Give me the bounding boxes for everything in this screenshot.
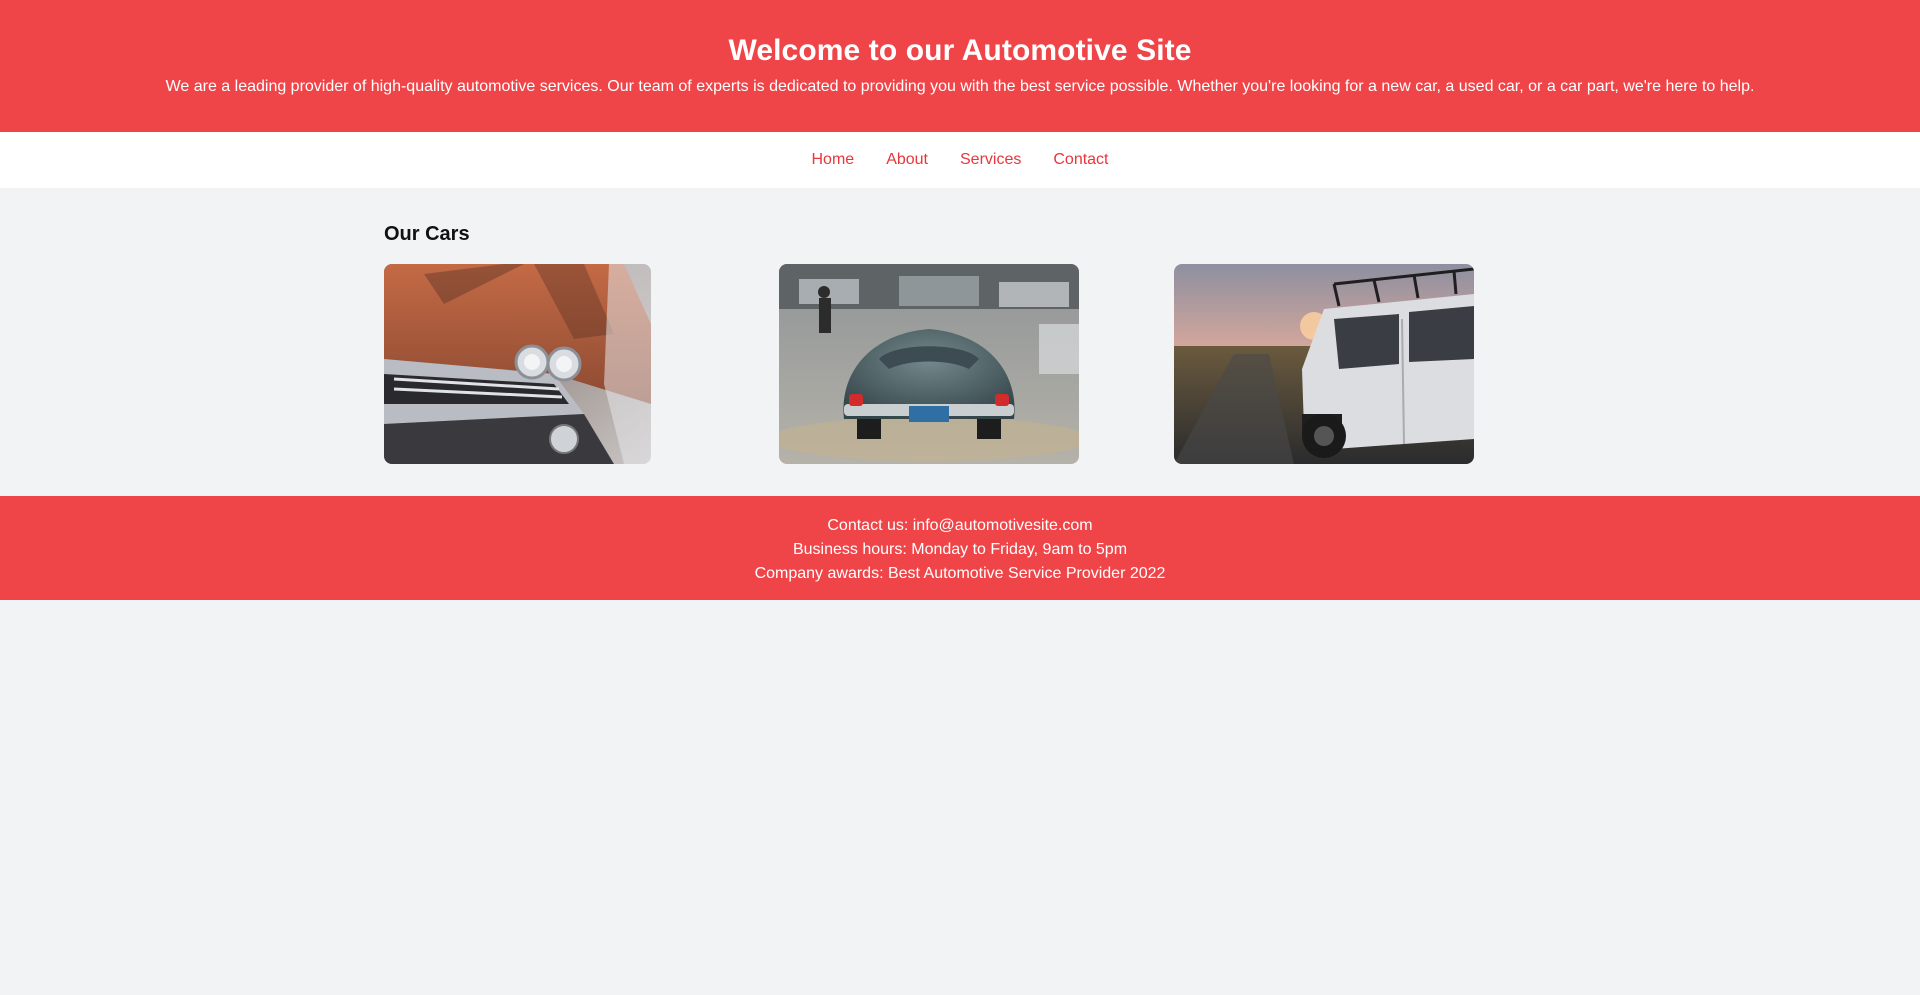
main-navigation: Home About Services Contact	[0, 132, 1920, 188]
nav-link-about[interactable]: About	[886, 150, 928, 170]
site-footer: Contact us: info@automotivesite.com Busi…	[0, 496, 1920, 600]
car-gallery	[384, 264, 1474, 464]
main-content: Our Cars	[0, 188, 1920, 496]
car-image-suv	[1174, 264, 1474, 464]
footer-hours: Business hours: Monday to Friday, 9am to…	[792, 541, 1128, 558]
section-title: Our Cars	[384, 223, 470, 245]
footer-awards: Company awards: Best Automotive Service …	[754, 565, 1166, 582]
car-image-vintage	[384, 264, 651, 464]
hero-title: Welcome to our Automotive Site	[728, 34, 1192, 67]
nav-link-services[interactable]: Services	[960, 150, 1021, 170]
car-image-coupe	[779, 264, 1079, 464]
hero-subtitle: We are a leading provider of high-qualit…	[165, 78, 1755, 95]
footer-contact: Contact us: info@automotivesite.com	[827, 517, 1093, 534]
hero-banner: Welcome to our Automotive Site We are a …	[0, 0, 1920, 132]
nav-link-contact[interactable]: Contact	[1053, 150, 1108, 170]
nav-link-home[interactable]: Home	[812, 150, 855, 170]
